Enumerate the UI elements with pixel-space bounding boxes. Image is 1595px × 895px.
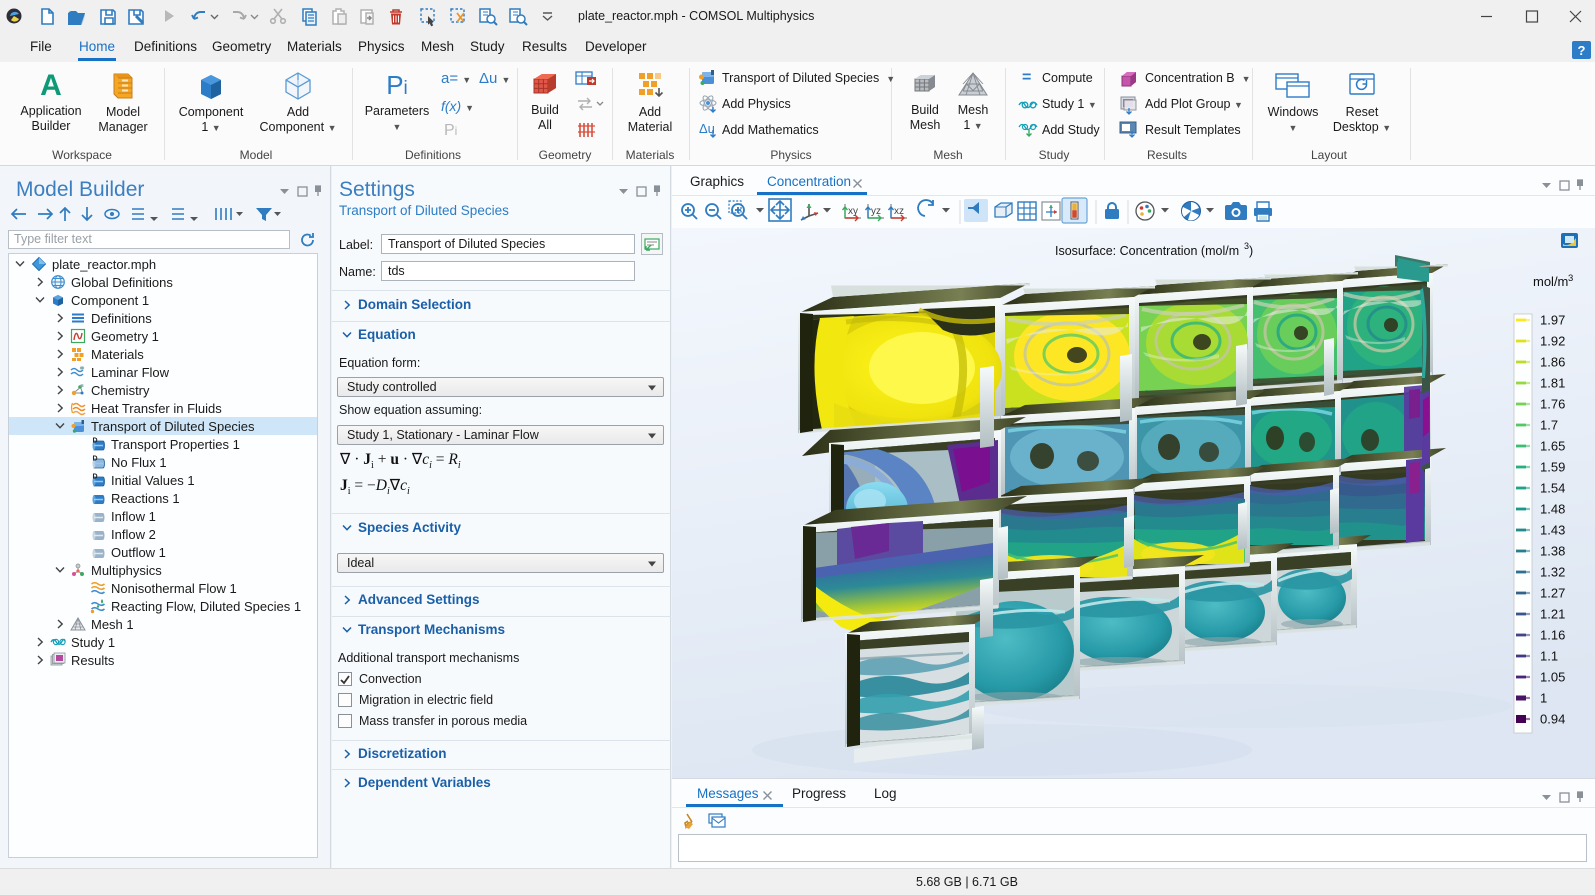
- svg-text:xy: xy: [848, 206, 858, 217]
- svg-text:1.27: 1.27: [1540, 586, 1565, 601]
- svg-text:xz: xz: [894, 206, 904, 217]
- svg-text:1.16: 1.16: [1540, 628, 1565, 643]
- svg-text:1.97: 1.97: [1540, 313, 1565, 328]
- svg-text:1.32: 1.32: [1540, 565, 1565, 580]
- svg-text:): ): [1249, 244, 1253, 258]
- svg-text:0.94: 0.94: [1540, 712, 1565, 727]
- svg-text:1.65: 1.65: [1540, 439, 1565, 454]
- svg-text:1.21: 1.21: [1540, 607, 1565, 622]
- svg-text:1: 1: [1540, 691, 1547, 706]
- svg-text:1.81: 1.81: [1540, 376, 1565, 391]
- svg-text:1.38: 1.38: [1540, 544, 1565, 559]
- svg-text:1.59: 1.59: [1540, 460, 1565, 475]
- svg-text:D: D: [93, 438, 98, 445]
- svg-text:1.05: 1.05: [1540, 670, 1565, 685]
- svg-text:Isosurface: Concentration (mol: Isosurface: Concentration (mol/m: [1055, 244, 1239, 258]
- svg-text:1.1: 1.1: [1540, 649, 1558, 664]
- svg-text:3: 3: [1568, 273, 1573, 284]
- svg-text:1.76: 1.76: [1540, 397, 1565, 412]
- svg-text:D: D: [93, 474, 98, 481]
- svg-text:1.43: 1.43: [1540, 523, 1565, 538]
- svg-text:1.7: 1.7: [1540, 418, 1558, 433]
- svg-text:1.86: 1.86: [1540, 355, 1565, 370]
- svg-text:yz: yz: [871, 206, 881, 217]
- svg-text:1.92: 1.92: [1540, 334, 1565, 349]
- svg-text:mol/m: mol/m: [1533, 274, 1568, 289]
- svg-text:1.54: 1.54: [1540, 481, 1565, 496]
- svg-text:D: D: [93, 456, 98, 463]
- svg-text:1.48: 1.48: [1540, 502, 1565, 517]
